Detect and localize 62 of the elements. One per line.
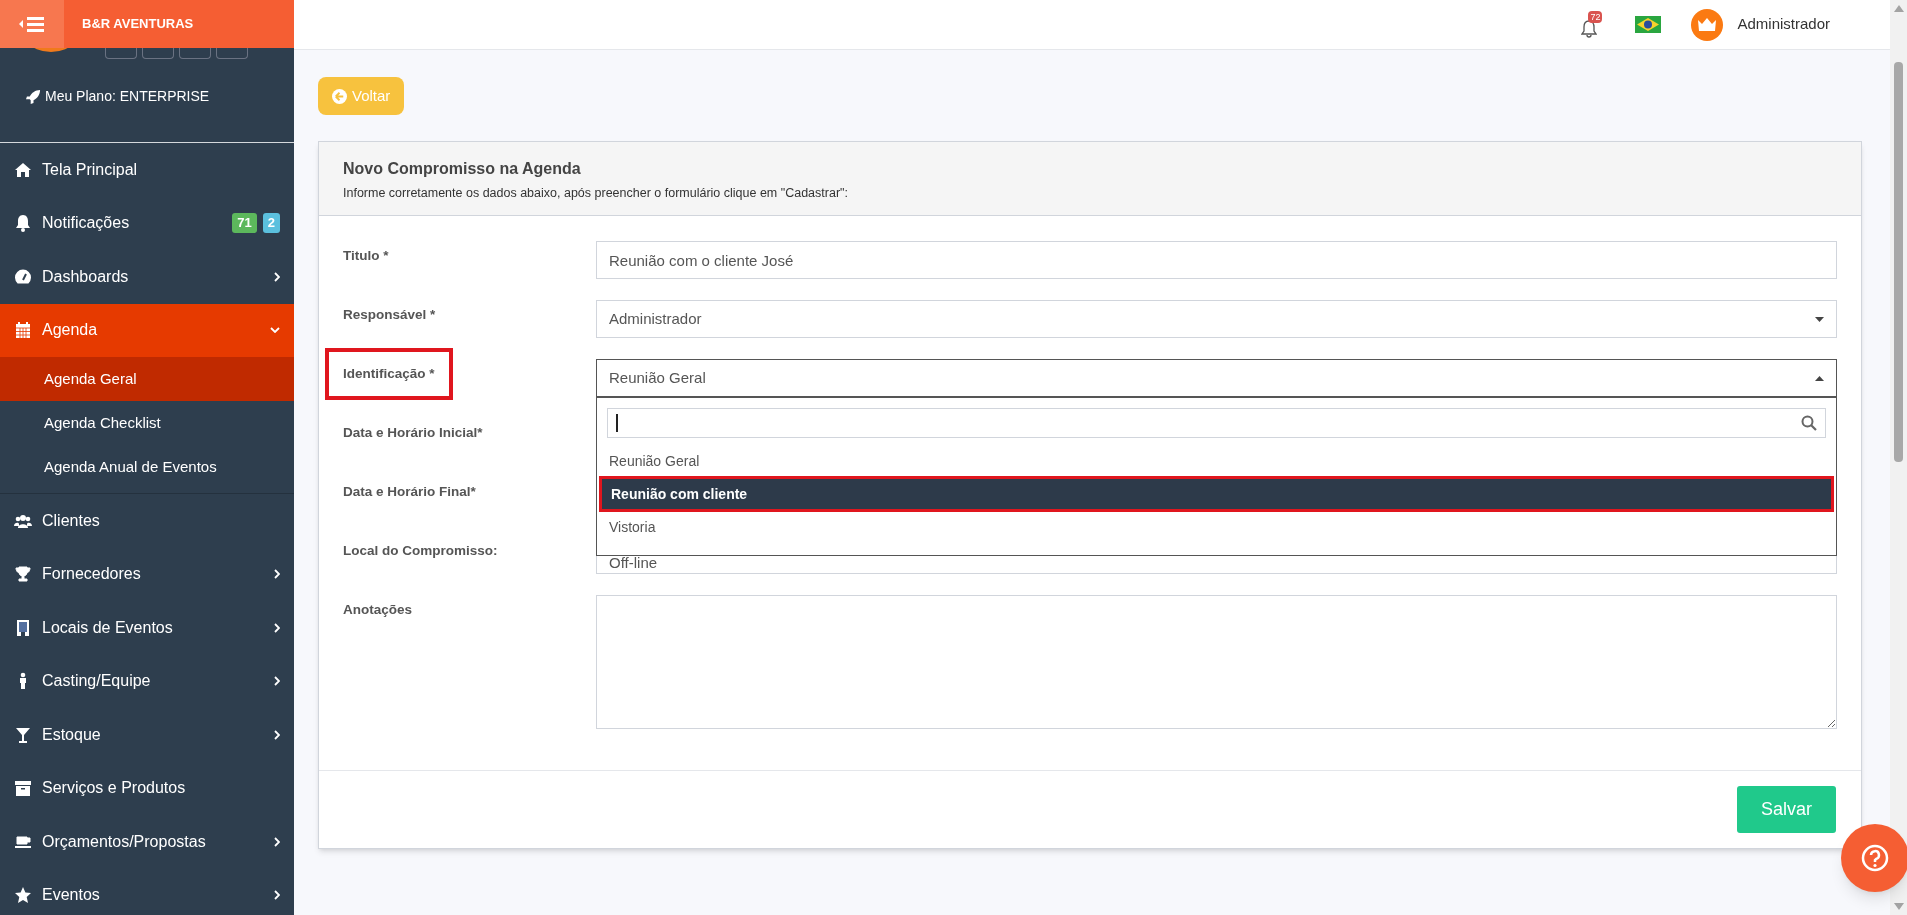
trophy-icon: [14, 565, 32, 584]
sidebar-item[interactable]: Notificações 71 2: [0, 196, 294, 250]
flag-icon[interactable]: [1635, 16, 1662, 33]
menu-icon: [19, 16, 45, 32]
card-subtitle: Informe corretamente os dados abaixo, após preencher o formulário clique em "Cadastrar":: [343, 185, 849, 202]
gauge-icon: [14, 267, 32, 286]
archive-icon: [14, 779, 32, 798]
text-field[interactable]: Reunião com o cliente José: [596, 241, 1837, 279]
submenu-item[interactable]: Agenda Anual de Eventos: [0, 445, 294, 489]
building-icon: [14, 618, 32, 637]
search-field[interactable]: [607, 408, 1826, 438]
submenu-item[interactable]: Agenda Geral: [0, 357, 294, 401]
scroll-down-icon[interactable]: [1893, 903, 1904, 910]
select-field[interactable]: Administrador: [596, 300, 1837, 338]
rocket-icon: [26, 89, 41, 104]
sidebar-item[interactable]: Fornecedores: [0, 547, 294, 601]
home-icon: [14, 160, 32, 179]
field-label: Titulo *: [343, 247, 389, 265]
field-label: Local do Compromisso:: [343, 542, 498, 560]
caret-down-icon: [1815, 316, 1824, 322]
sidebar-item[interactable]: Estoque: [0, 708, 294, 762]
field-label: Anotações: [343, 601, 413, 619]
menu-toggle-button[interactable]: [0, 0, 64, 48]
scrollbar[interactable]: [1890, 0, 1907, 915]
glass-icon: [14, 725, 32, 744]
field-label: Responsável *: [343, 306, 436, 324]
star-icon: [14, 886, 32, 905]
card-title: Novo Compromisso na Agenda: [343, 159, 582, 179]
arrow-left-icon: [332, 88, 347, 104]
sidebar-item[interactable]: Agenda: [0, 303, 294, 357]
plan-label: Meu Plano: ENTERPRISE: [45, 87, 210, 106]
dropdown-option[interactable]: Reunião com cliente: [599, 476, 1834, 512]
bell-icon: [1581, 20, 1598, 38]
sidebar-item[interactable]: Orçamentos/Propostas: [0, 815, 294, 869]
sidebar-item[interactable]: Clientes: [0, 494, 294, 548]
brand-name: B&R AVENTURAS: [82, 15, 194, 34]
scrollbar-thumb[interactable]: [1894, 62, 1903, 462]
sidebar-item[interactable]: Tela Principal: [0, 143, 294, 197]
notification-badge: 72: [1588, 11, 1603, 23]
text-cursor: [616, 414, 618, 432]
caret-up-icon: [1815, 375, 1824, 381]
sidebar-item[interactable]: Eventos: [0, 868, 294, 915]
count-badge: 71: [232, 213, 257, 234]
dropdown-option[interactable]: Vistoria: [597, 512, 1836, 542]
sidebar-item[interactable]: Serviços e Produtos: [0, 761, 294, 815]
sidebar-item[interactable]: Casting/Equipe: [0, 654, 294, 708]
bell-icon: [14, 214, 32, 233]
scroll-up-icon[interactable]: [1893, 5, 1904, 12]
search-icon: [1801, 415, 1817, 431]
crown-avatar-icon[interactable]: [1691, 8, 1724, 41]
calendar-icon: [14, 321, 32, 340]
notification-button[interactable]: 72: [1581, 11, 1606, 38]
dropdown-option[interactable]: Reunião Geral: [597, 446, 1836, 476]
field-label: Data e Horário Final*: [343, 483, 476, 501]
question-icon: [1861, 844, 1889, 872]
sidebar-item[interactable]: Locais de Eventos: [0, 601, 294, 655]
textarea-field[interactable]: [596, 595, 1837, 729]
count-badge: 2: [262, 213, 280, 234]
field-label: Data e Horário Inicial*: [343, 424, 483, 442]
sidebar-item[interactable]: Dashboards: [0, 250, 294, 304]
user-name[interactable]: Administrador: [1737, 13, 1830, 36]
submenu-item[interactable]: Agenda Checklist: [0, 401, 294, 445]
